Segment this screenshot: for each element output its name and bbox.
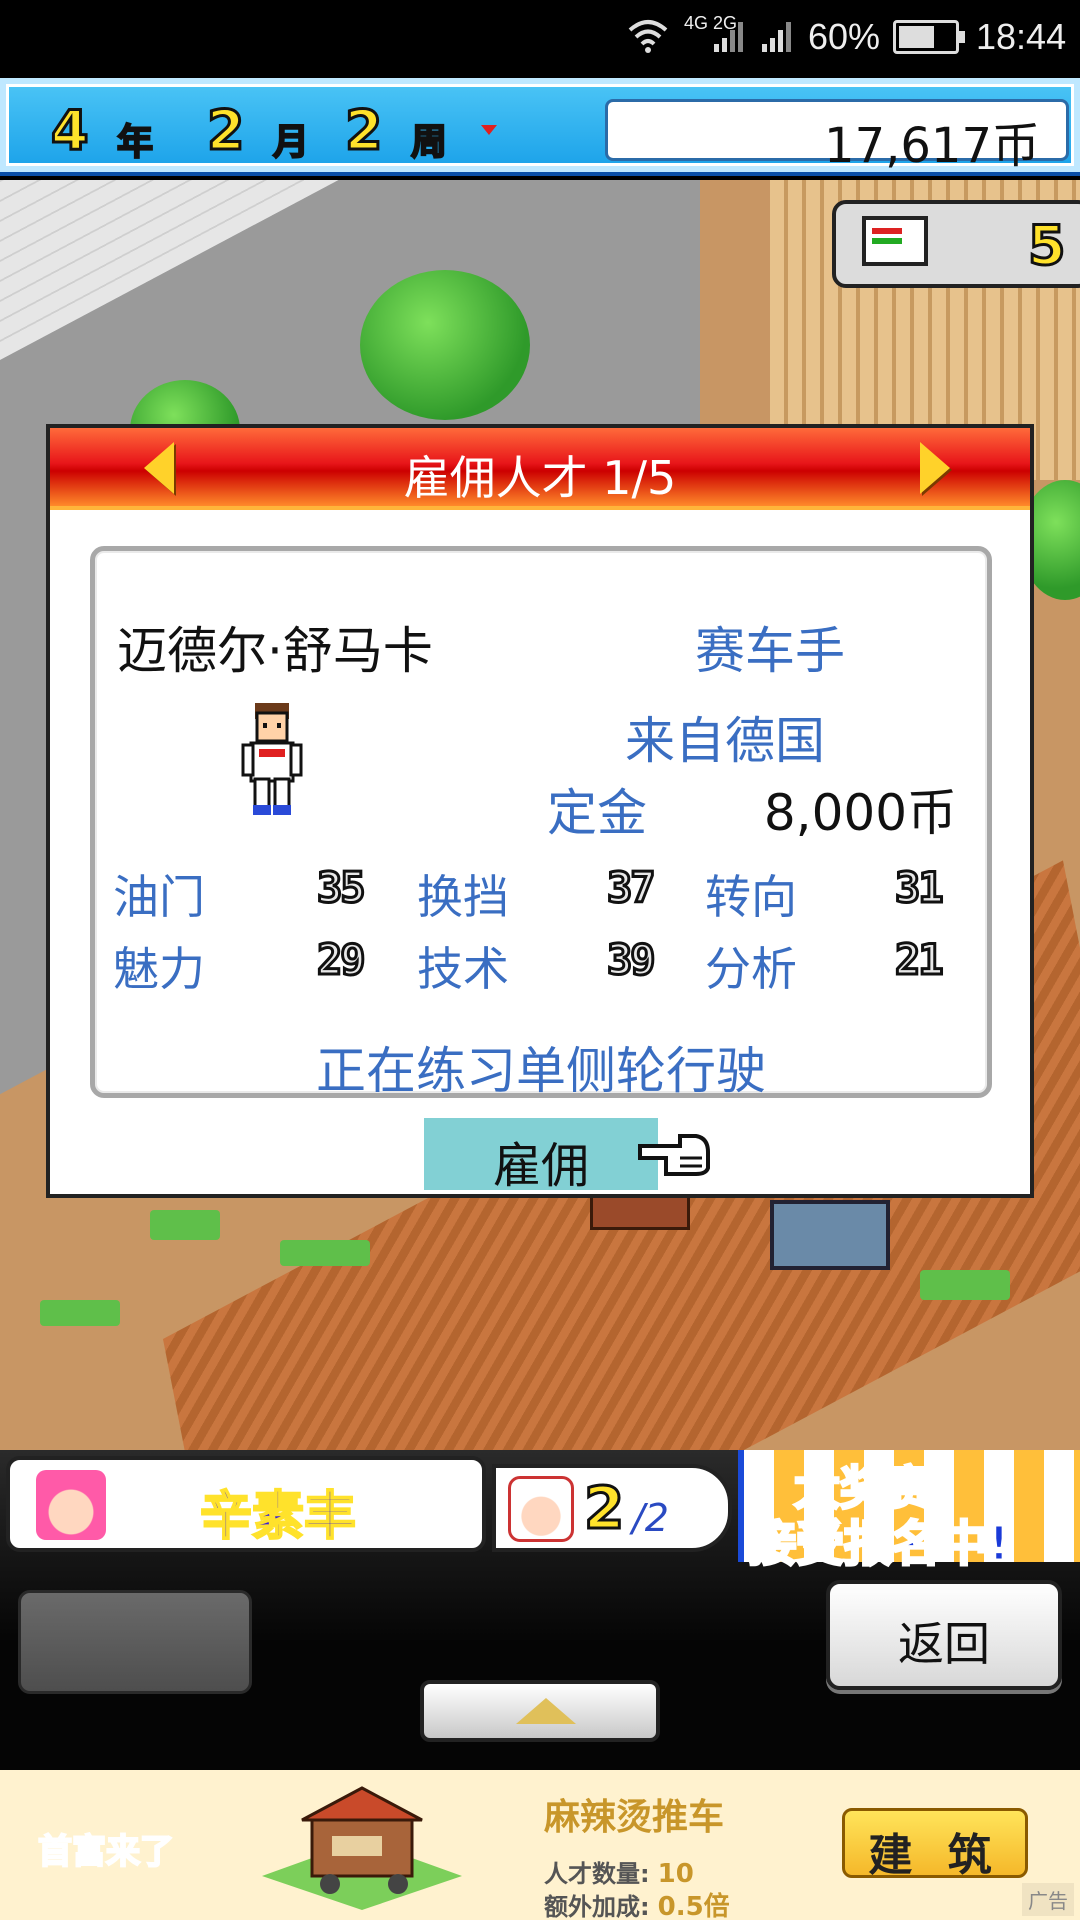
stat-label-steering: 转向 [705,870,797,924]
racer-count-current: 2 [582,1473,625,1544]
status-bar: 4G 2G 60% 18:44 [0,0,1080,78]
hire-button-label: 雇佣 [492,1138,589,1194]
stat-value-analysis: 21 [894,934,946,986]
top-hud: 4 年 2 月 2 周 17,617币 [0,78,1080,176]
food-cart-icon [252,1780,472,1912]
ad-bonus-label: 额外加成: [544,1893,650,1920]
dialog-header: 雇佣人才 1/5 [50,428,1030,510]
hire-button[interactable]: 雇佣 [424,1118,658,1194]
money-display: 17,617币 [605,99,1069,174]
stat-label-analysis: 分析 [705,942,797,996]
computer-panel[interactable]: 5 [832,200,1080,288]
candidate-job: 赛车手 [695,622,845,680]
ad-bonus-value: 0.5倍 [657,1892,730,1920]
month-number: 2 [206,98,247,164]
racer-count-max: /2 [632,1496,669,1540]
month-unit: 月 [272,121,310,164]
stat-label-charm: 魅力 [113,942,205,996]
candidate-card: 迈德尔·舒马卡 赛车手 来自德国 定金 8,000币 油门 35 换挡 37 转… [90,546,992,1100]
computer-count: 5 [1027,213,1068,279]
signal-icon-dual [712,16,748,64]
grass-patch [920,1270,1010,1300]
pointing-hand-icon [636,1128,712,1178]
battery-icon [893,20,965,54]
stat-label-throttle: 油门 [113,870,205,924]
clock: 18:44 [976,16,1067,57]
ad-staff-label: 人才数量: [544,1860,650,1888]
back-button[interactable]: 返回 [826,1580,1062,1690]
empty-slot-button[interactable] [18,1590,252,1694]
stat-label-technique: 技术 [417,942,509,996]
ad-bonus: 额外加成: 0.5倍 [544,1886,730,1920]
deposit-value: 8,000币 [763,784,957,842]
date-bar[interactable]: 4 年 2 月 2 周 17,617币 [6,84,1074,174]
ad-tag: 广告 [1022,1883,1074,1916]
battery-percent: 60% [808,16,881,57]
dialog-title: 雇佣人才 1/5 [403,451,677,505]
racer-avatar-icon [241,701,303,819]
computer-icon [862,216,928,266]
stat-value-charm: 29 [316,934,368,986]
character-avatar-icon [36,1470,106,1540]
racer-count-panel[interactable]: 2 /2 [492,1464,732,1552]
grass-patch [150,1210,220,1240]
stat-value-shift: 37 [606,862,658,914]
tree-icon [360,270,530,420]
workbench-icon [770,1200,890,1270]
money-value: 17,617币 [824,118,1040,174]
grass-patch [280,1240,370,1266]
ad-staff-count: 人才数量: 10 [544,1854,694,1889]
character-name: 辛素丰 [199,1486,357,1548]
racer-helmet-icon [508,1476,574,1542]
signal-icon [760,16,796,64]
grand-prix-banner[interactable]: 大奖赛 接受报名中! [738,1450,1080,1574]
hire-dialog: 雇佣人才 1/5 迈德尔·舒马卡 赛车手 来自德国 定金 8,000币 油门 3… [46,424,1034,1198]
back-button-label: 返回 [898,1617,990,1671]
grand-prix-subtitle: 接受报名中! [747,1515,1012,1574]
week-number: 2 [344,98,385,164]
stat-value-steering: 31 [894,862,946,914]
ad-logo: 首富来了 [37,1831,175,1873]
next-arrow-icon[interactable] [910,442,956,496]
bottom-panel: 辛素丰 2 /2 大奖赛 接受报名中! 返回 [0,1450,1080,1770]
grass-patch [40,1300,120,1326]
chevron-down-icon[interactable] [481,125,497,135]
deposit-label: 定金 [547,784,647,842]
year-number: 4 [50,98,91,164]
ad-staff-value: 10 [657,1859,694,1889]
character-panel[interactable]: 辛素丰 [6,1456,486,1552]
ad-build-label: 建 筑 [868,1830,1002,1881]
ad-title: 麻辣烫推车 [544,1797,725,1838]
week-unit: 周 [410,121,448,164]
ad-banner[interactable]: 首富来了 麻辣烫推车 人才数量: 10 额外加成: 0.5倍 建 筑 广告 [0,1770,1080,1920]
stat-value-throttle: 35 [316,862,368,914]
stat-value-technique: 39 [606,934,658,986]
stat-label-shift: 换挡 [417,870,509,924]
candidate-status: 正在练习单侧轮行驶 [316,1042,766,1100]
candidate-origin: 来自德国 [625,712,825,770]
candidate-name: 迈德尔·舒马卡 [117,622,433,680]
wifi-icon [626,16,670,64]
year-unit: 年 [116,121,154,164]
ad-build-button[interactable]: 建 筑 [842,1808,1028,1881]
expand-menu-button[interactable] [420,1680,660,1742]
